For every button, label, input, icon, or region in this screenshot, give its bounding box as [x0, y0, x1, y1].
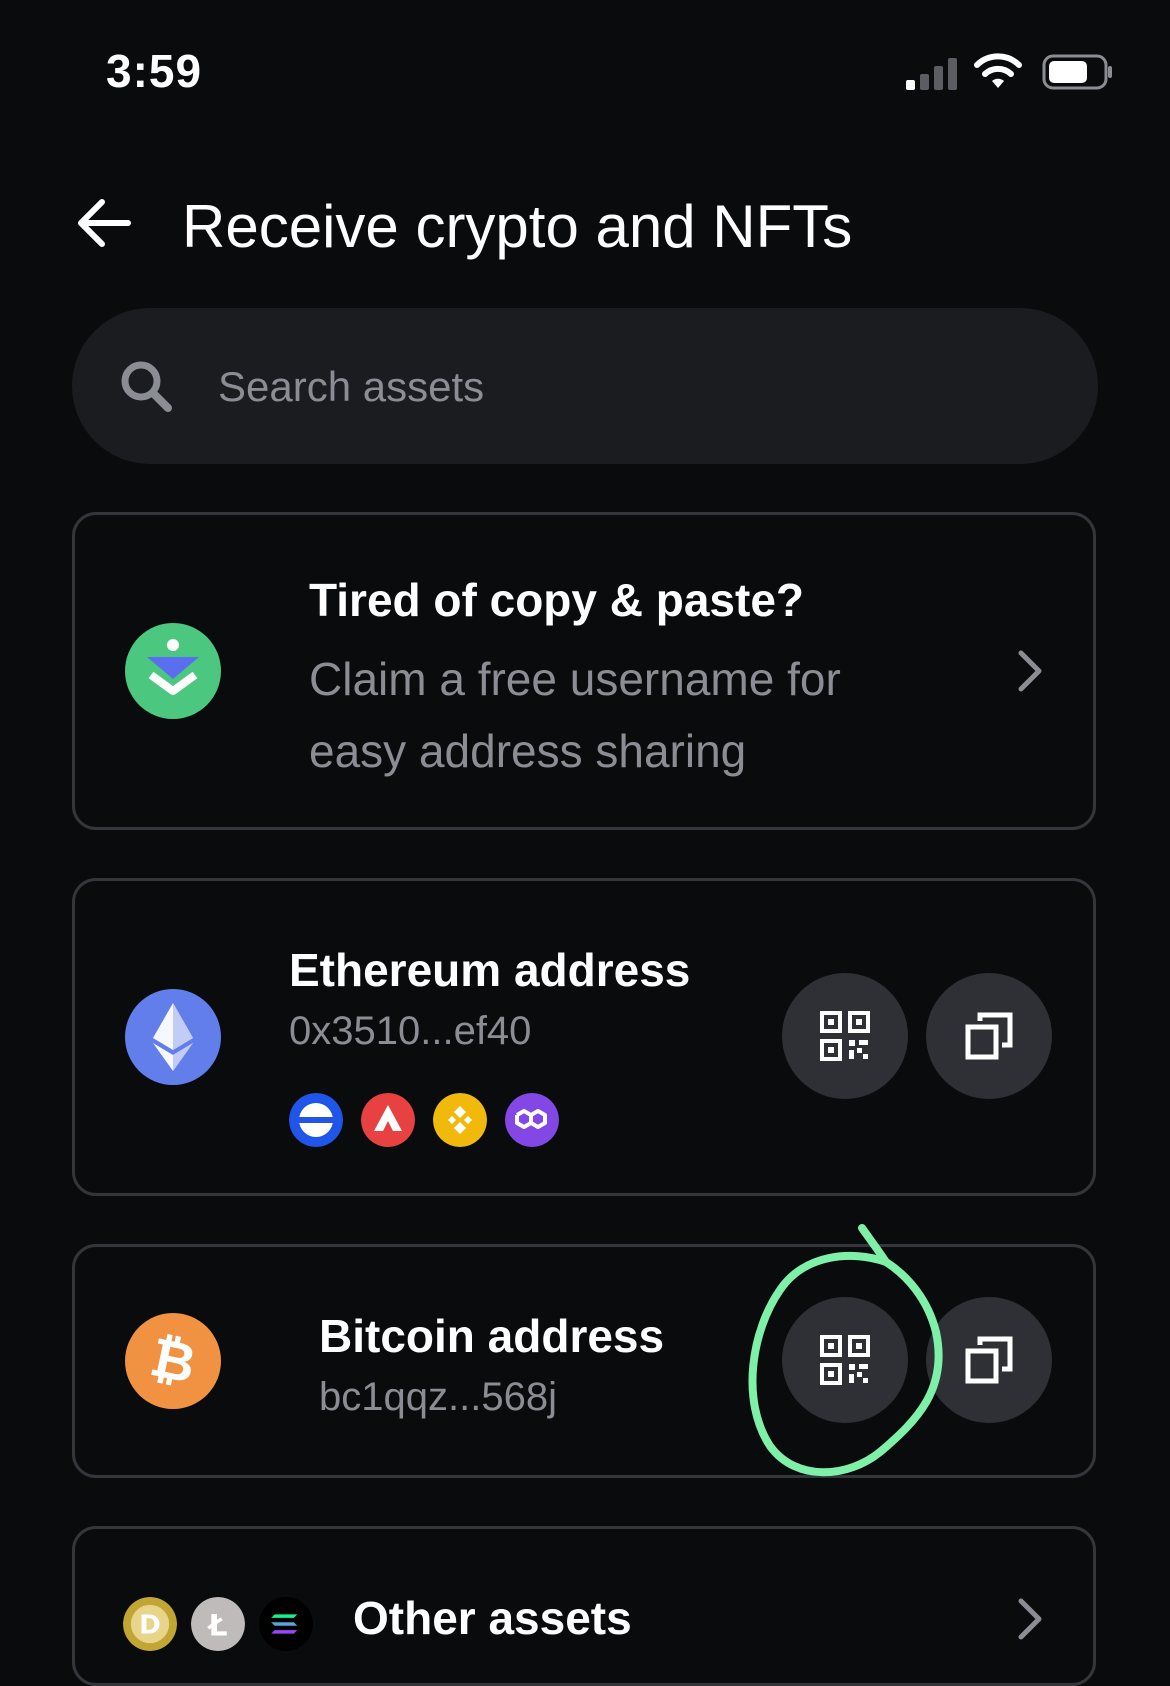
bitcoin-address-value: bc1qqz...568j — [319, 1375, 557, 1419]
wifi-icon — [974, 53, 1022, 88]
search-icon — [121, 361, 172, 412]
battery-icon — [1042, 54, 1112, 90]
ethereum-address-value: 0x3510...ef40 — [289, 1009, 532, 1053]
promo-description: Claim a free username for easy address s… — [309, 653, 841, 777]
base-icon — [289, 1093, 343, 1147]
bnb-icon — [433, 1093, 487, 1147]
bitcoin-address-card: ₿ Bitcoin address bc1qqz...568j — [72, 1244, 1096, 1478]
username-promo-card[interactable]: Tired of copy & paste? Claim a free user… — [72, 512, 1096, 830]
cellular-signal-icon — [906, 54, 958, 90]
ethereum-logo-icon — [125, 989, 221, 1085]
polygon-icon — [505, 1093, 559, 1147]
copy-icon — [965, 1336, 1013, 1384]
dogecoin-icon: D — [119, 1593, 181, 1655]
other-assets-card[interactable]: D Ł Other assets — [72, 1526, 1096, 1686]
bitcoin-qr-code-button[interactable] — [782, 1297, 908, 1423]
copy-icon — [965, 1012, 1013, 1060]
litecoin-icon: Ł — [187, 1593, 249, 1655]
svg-text:₿: ₿ — [145, 1325, 201, 1396]
svg-text:D: D — [139, 1611, 161, 1641]
page-title: Receive crypto and NFTs — [182, 193, 853, 260]
qr-code-icon — [820, 1335, 870, 1385]
bitcoin-address-label: Bitcoin address — [319, 1310, 665, 1362]
ethereum-address-card: Ethereum address 0x3510...ef40 — [72, 878, 1096, 1196]
bitcoin-logo-icon: ₿ — [125, 1313, 221, 1409]
back-arrow-icon[interactable] — [76, 198, 132, 248]
svg-text:Ł: Ł — [206, 1608, 227, 1642]
username-logo-icon — [125, 623, 221, 719]
other-assets-title: Other assets — [353, 1592, 632, 1644]
avalanche-icon — [361, 1093, 415, 1147]
chevron-right-icon — [1018, 1598, 1042, 1640]
qr-code-icon — [820, 1011, 870, 1061]
ethereum-qr-code-button[interactable] — [782, 973, 908, 1099]
search-input[interactable] — [216, 348, 1020, 426]
solana-icon — [255, 1593, 317, 1655]
chevron-right-icon — [1018, 650, 1042, 692]
ethereum-copy-button[interactable] — [926, 973, 1052, 1099]
bitcoin-copy-button[interactable] — [926, 1297, 1052, 1423]
ethereum-address-label: Ethereum address — [289, 944, 691, 996]
status-time: 3:59 — [106, 45, 203, 97]
search-bar[interactable] — [72, 308, 1098, 464]
promo-title: Tired of copy & paste? — [309, 574, 805, 626]
